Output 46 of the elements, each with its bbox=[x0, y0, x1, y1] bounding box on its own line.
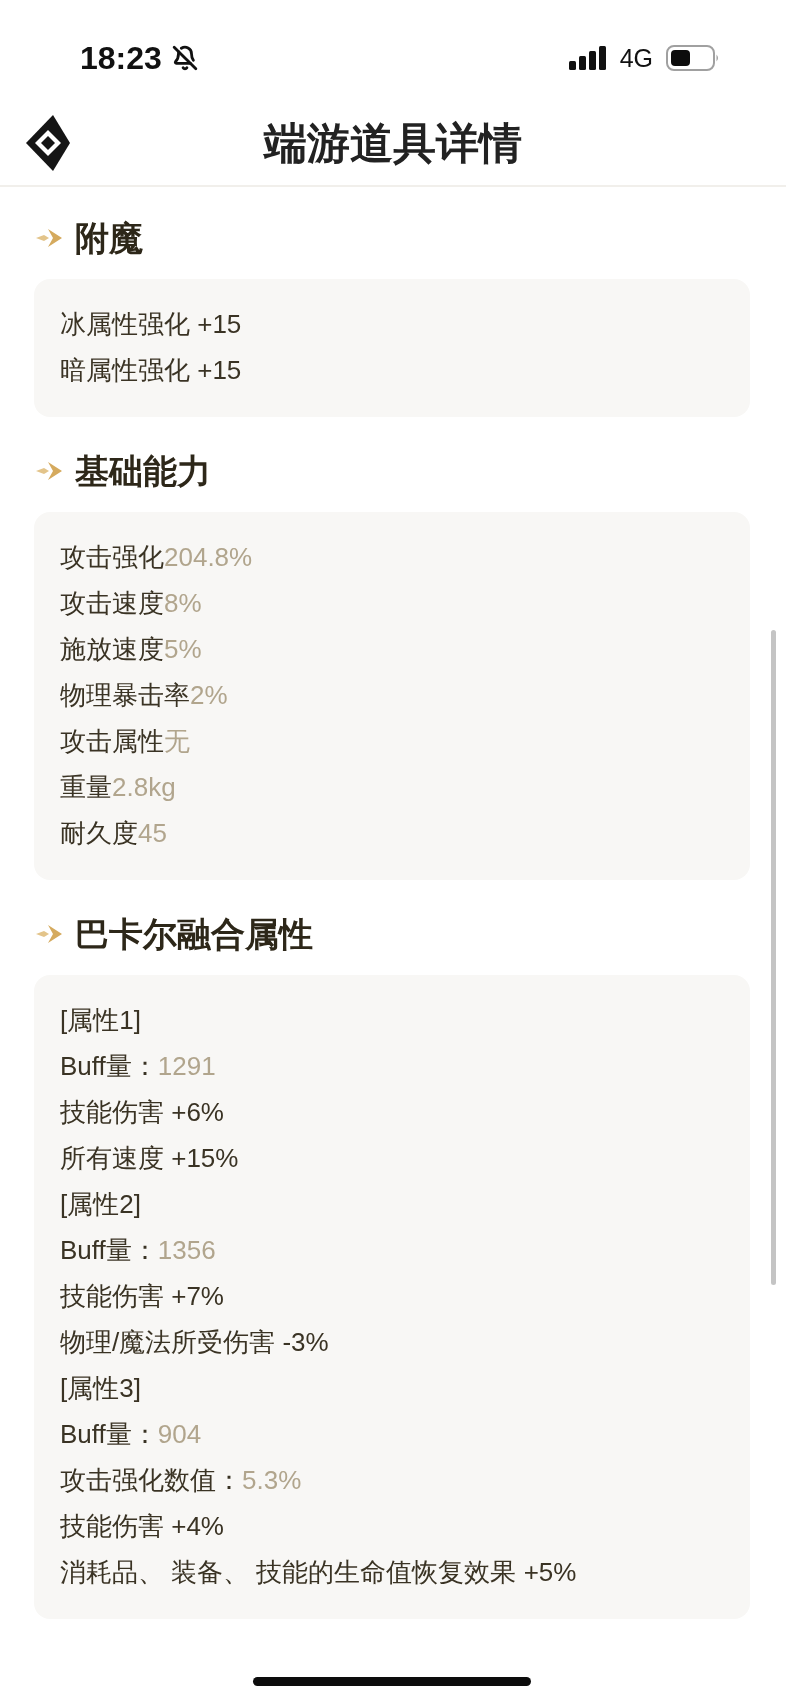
stat-value: 5% bbox=[164, 634, 202, 664]
arrow-icon bbox=[35, 461, 63, 481]
stat-line: 技能伤害 +4% bbox=[60, 1510, 225, 1543]
arrow-icon bbox=[35, 228, 63, 248]
stat-value: 无 bbox=[164, 726, 190, 756]
section-title: 基础能力 bbox=[75, 451, 211, 491]
stat-value: 904 bbox=[157, 1419, 202, 1449]
stat-line: 冰属性强化 +15 bbox=[60, 308, 243, 341]
stat-value: 5.3% bbox=[242, 1465, 302, 1495]
stat-line: 物理/魔法所受伤害 -3% bbox=[60, 1326, 330, 1359]
signal-icon bbox=[568, 46, 607, 70]
stat-value: 204.8% bbox=[164, 542, 253, 572]
arrow-icon bbox=[35, 924, 63, 944]
page-title: 端游道具详情 bbox=[264, 117, 522, 169]
bell-off-icon bbox=[171, 45, 198, 71]
stat-line: 消耗品、 装备、 技能的生命值恢复效果 +5% bbox=[60, 1556, 578, 1589]
stat-line: [属性1] bbox=[60, 1004, 142, 1037]
section-title: 附魔 bbox=[75, 218, 143, 258]
stat-value: 2% bbox=[190, 680, 228, 710]
stat-line: 所有速度 +15% bbox=[60, 1142, 240, 1175]
stat-label: 攻击强化数值： bbox=[60, 1465, 242, 1495]
stat-line: 技能伤害 +6% bbox=[60, 1096, 225, 1129]
logo-icon bbox=[26, 114, 70, 171]
stat-line: 暗属性强化 +15 bbox=[60, 354, 243, 387]
stat-value: 1291 bbox=[157, 1051, 216, 1081]
stat-label: 耐久度 bbox=[60, 818, 138, 848]
stat-value: 8% bbox=[164, 588, 202, 618]
stat-label: 攻击属性 bbox=[60, 726, 164, 756]
stat-label: 攻击速度 bbox=[60, 588, 164, 618]
stat-line: [属性3] bbox=[60, 1372, 142, 1405]
stat-label: Buff量： bbox=[60, 1051, 158, 1081]
stat-value: 1356 bbox=[157, 1235, 216, 1265]
network-type: 4G bbox=[619, 43, 653, 73]
status-time: 18:23 bbox=[80, 40, 162, 76]
section-title: 巴卡尔融合属性 bbox=[75, 914, 313, 954]
stat-label: 施放速度 bbox=[60, 634, 164, 664]
stat-label: Buff量： bbox=[60, 1235, 158, 1265]
stat-label: 攻击强化 bbox=[60, 542, 164, 572]
stat-label: 物理暴击率 bbox=[60, 680, 190, 710]
stat-value: 2.8kg bbox=[112, 772, 176, 802]
stat-label: Buff量： bbox=[60, 1419, 158, 1449]
stat-line: [属性2] bbox=[60, 1188, 142, 1221]
stat-value: 45 bbox=[138, 818, 167, 848]
stat-line: 技能伤害 +7% bbox=[60, 1280, 225, 1313]
battery-icon bbox=[666, 45, 720, 71]
stat-label: 重量 bbox=[60, 772, 112, 802]
